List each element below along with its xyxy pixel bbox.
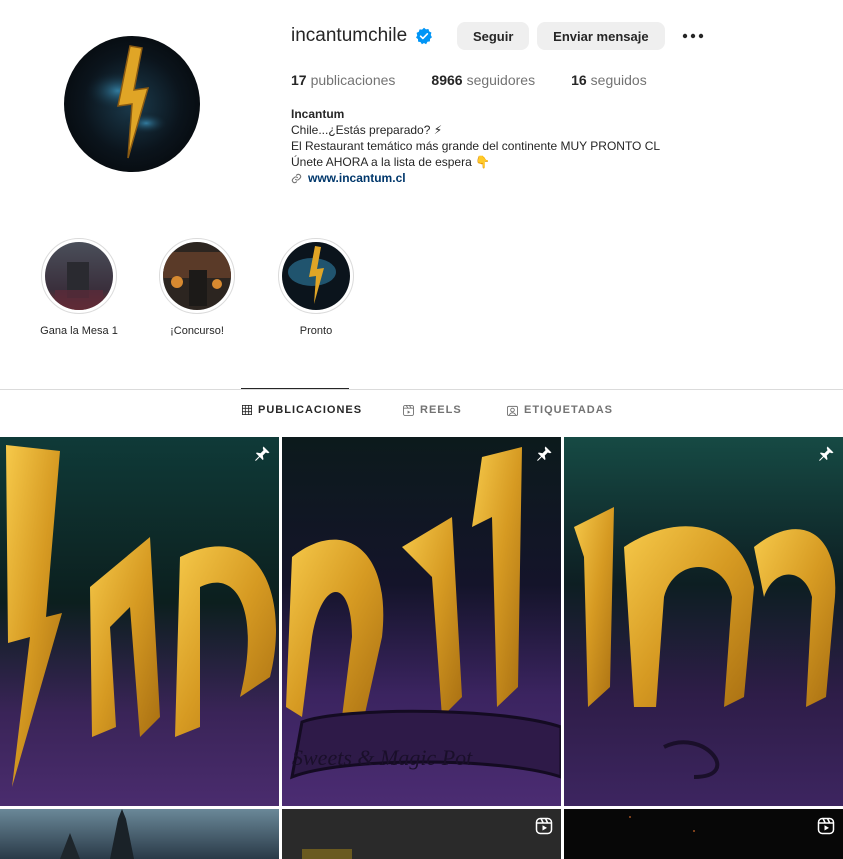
follow-button[interactable]: Seguir	[457, 22, 530, 50]
post-tile[interactable]	[564, 809, 843, 859]
verified-badge-icon	[416, 27, 433, 45]
tab-label: REELS	[420, 404, 462, 416]
bio-line-3: Únete AHORA a la lista de espera 👇	[291, 155, 491, 169]
tab-label: ETIQUETADAS	[524, 404, 614, 416]
bio: Incantum Chile...¿Estás preparado? ⚡ El …	[291, 106, 831, 186]
story-highlights: Gana la Mesa 1 ¡Concurso! Pronto	[0, 238, 843, 348]
pin-icon	[537, 446, 552, 461]
post-image	[564, 437, 843, 806]
profile-tabs: PUBLICACIONES REELS ETIQUETADAS	[0, 404, 843, 424]
post-tile[interactable]	[0, 437, 279, 806]
bio-line-1: Chile...¿Estás preparado? ⚡	[291, 123, 443, 137]
post-tile[interactable]	[564, 437, 843, 806]
reel-icon	[817, 817, 835, 835]
bio-link[interactable]: www.incantum.cl	[291, 170, 831, 186]
highlight-label: Gana la Mesa 1	[40, 325, 118, 337]
followers-label: seguidores	[466, 72, 536, 88]
tab-publicaciones[interactable]: PUBLICACIONES	[242, 404, 362, 416]
post-tile[interactable]	[282, 809, 561, 859]
tab-reels[interactable]: REELS	[403, 404, 462, 416]
post-image	[0, 809, 279, 859]
reel-icon	[535, 817, 553, 835]
posts-label: publicaciones	[310, 72, 396, 88]
post-image	[282, 809, 561, 859]
post-image: Sweets & Magic Pot	[282, 437, 561, 806]
followers-stat[interactable]: 8966 seguidores	[431, 72, 535, 88]
pin-icon	[819, 446, 834, 461]
post-image	[564, 809, 843, 859]
post-tile[interactable]	[0, 809, 279, 859]
username: incantumchile	[291, 25, 408, 46]
highlight-cover-image	[282, 242, 350, 310]
post-tile[interactable]: Sweets & Magic Pot	[282, 437, 561, 806]
tabs-divider	[0, 389, 843, 390]
highlight-concurso[interactable]: ¡Concurso!	[152, 238, 242, 337]
posts-count: 17	[291, 72, 307, 88]
highlight-pronto[interactable]: Pronto	[271, 238, 361, 337]
bio-link-text: www.incantum.cl	[308, 171, 406, 185]
more-options-icon[interactable]	[679, 22, 707, 50]
highlight-gana-la-mesa[interactable]: Gana la Mesa 1	[34, 238, 124, 337]
bio-line-2: El Restaurant temático más grande del co…	[291, 139, 661, 153]
following-count: 16	[571, 72, 587, 88]
followers-count: 8966	[431, 72, 463, 88]
active-tab-indicator	[241, 388, 349, 389]
posts-stat: 17 publicaciones	[291, 72, 395, 88]
send-message-button[interactable]: Enviar mensaje	[537, 22, 665, 50]
bio-name: Incantum	[291, 107, 345, 121]
tab-label: PUBLICACIONES	[258, 404, 363, 416]
highlight-label: ¡Concurso!	[170, 325, 224, 337]
tagged-icon	[507, 405, 518, 416]
post-caption-text: Sweets & Magic Pot	[292, 745, 473, 770]
link-icon	[291, 173, 302, 183]
tab-etiquetadas[interactable]: ETIQUETADAS	[507, 404, 613, 416]
highlight-cover-image	[45, 242, 113, 310]
profile-header: incantumchile Seguir Enviar mensaje 17 pu…	[0, 0, 843, 220]
post-image	[0, 437, 279, 806]
following-stat[interactable]: 16 seguidos	[571, 72, 647, 88]
highlight-label: Pronto	[299, 325, 333, 337]
highlight-cover-image	[163, 242, 231, 310]
pin-icon	[255, 446, 270, 461]
grid-icon	[242, 405, 252, 415]
reels-icon	[403, 404, 414, 416]
following-label: seguidos	[590, 72, 647, 88]
avatar[interactable]	[64, 36, 200, 172]
